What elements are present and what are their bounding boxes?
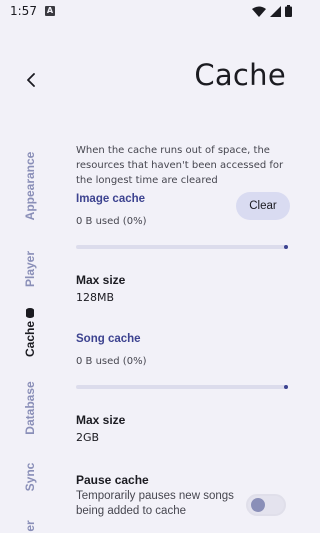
tab-cache-label: Cache xyxy=(23,320,37,358)
tab-appearance[interactable]: Appearance xyxy=(23,152,37,221)
status-icons xyxy=(252,5,292,17)
tab-player[interactable]: Player xyxy=(23,251,37,287)
pause-cache-toggle-thumb xyxy=(251,498,265,512)
song-cache-max-size-label: Max size xyxy=(76,413,126,427)
image-cache-usage-bar xyxy=(76,244,288,249)
clear-image-cache-button[interactable]: Clear xyxy=(236,192,290,220)
signal-icon xyxy=(270,5,281,17)
status-bar: 1:57 A xyxy=(0,0,300,22)
image-cache-title: Image cache xyxy=(76,193,146,205)
tab-more[interactable]: er xyxy=(23,520,37,531)
wifi-icon xyxy=(252,6,266,17)
notification-badge: A xyxy=(44,6,55,16)
pause-cache-description: Temporarily pauses new songs being added… xyxy=(76,490,234,517)
cache-description: When the cache runs out of space, the re… xyxy=(76,145,284,186)
tab-database[interactable]: Database xyxy=(23,381,37,434)
tab-sync[interactable]: Sync xyxy=(23,463,37,492)
song-cache-usage-bar xyxy=(76,384,288,389)
song-cache-max-size-value: 2GB xyxy=(76,431,100,444)
pause-cache-title: Pause cache xyxy=(76,473,149,487)
back-button[interactable] xyxy=(20,69,42,91)
back-arrow-icon xyxy=(27,73,35,87)
image-cache-max-size-label: Max size xyxy=(76,273,126,287)
side-nav: Appearance Player Cache Database Sync er xyxy=(0,140,60,533)
song-cache-usage: 0 B used (0%) xyxy=(76,356,147,367)
battery-icon xyxy=(285,5,292,17)
image-cache-max-size-value: 128MB xyxy=(76,291,115,304)
image-cache-usage-end-dot xyxy=(284,244,288,249)
storage-icon xyxy=(26,307,34,318)
tab-cache[interactable]: Cache xyxy=(23,307,37,358)
song-cache-title: Song cache xyxy=(76,333,141,345)
pause-cache-toggle[interactable] xyxy=(246,494,286,516)
song-cache-usage-end-dot xyxy=(284,384,288,389)
page-title: Cache xyxy=(194,58,286,92)
status-time: 1:57 xyxy=(10,4,37,18)
image-cache-usage: 0 B used (0%) xyxy=(76,216,147,227)
